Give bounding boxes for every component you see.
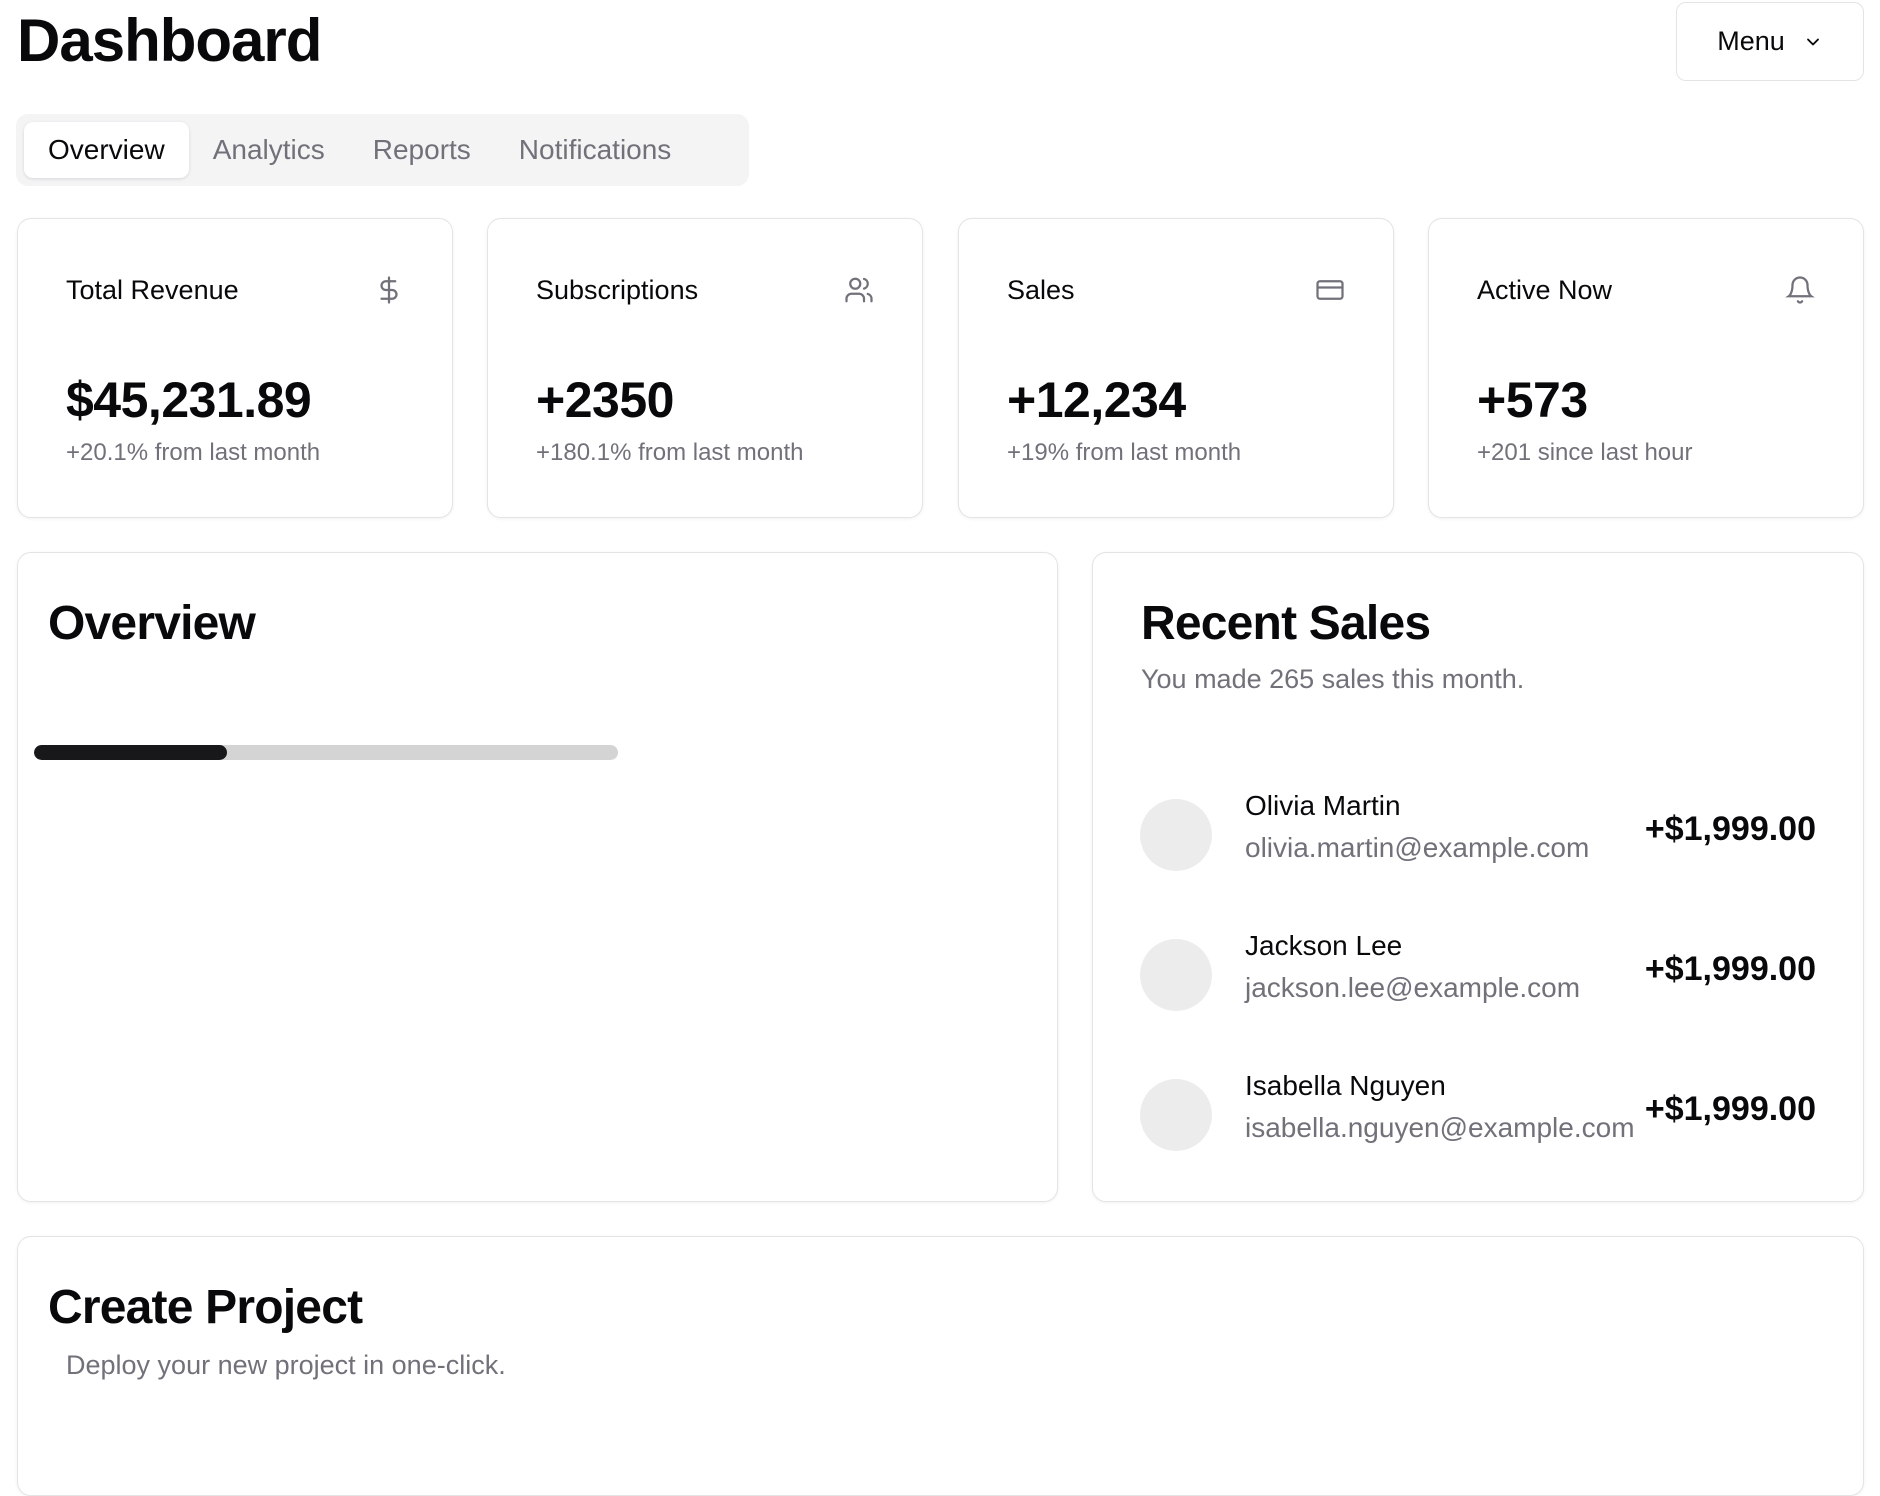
stat-card-total-revenue: Total Revenue $45,231.89 +20.1% from las… xyxy=(17,218,453,518)
progress-fill xyxy=(34,745,227,760)
menu-button[interactable]: Menu xyxy=(1676,2,1864,81)
stat-value: +12,234 xyxy=(1007,372,1186,428)
tab-reports[interactable]: Reports xyxy=(349,122,495,178)
overview-progress-bar xyxy=(34,745,618,760)
stat-card-sales: Sales +12,234 +19% from last month xyxy=(958,218,1394,518)
tab-analytics[interactable]: Analytics xyxy=(189,122,349,178)
overview-title: Overview xyxy=(48,597,256,650)
recent-sales-subtitle: You made 265 sales this month. xyxy=(1141,664,1525,694)
sale-item: Olivia Martin olivia.martin@example.com … xyxy=(1140,790,1840,880)
stat-value: +573 xyxy=(1477,372,1588,428)
dollar-icon xyxy=(380,276,398,304)
create-project-title: Create Project xyxy=(48,1281,363,1334)
tab-list: Overview Analytics Reports Notifications xyxy=(16,114,749,186)
stat-change: +201 since last hour xyxy=(1477,439,1693,466)
stat-label: Active Now xyxy=(1477,275,1613,305)
stat-change: +20.1% from last month xyxy=(66,439,321,466)
sale-amount: +$1,999.00 xyxy=(1644,810,1816,848)
customer-email: jackson.lee@example.com xyxy=(1245,972,1581,1003)
sale-item: Isabella Nguyen isabella.nguyen@example.… xyxy=(1140,1070,1840,1160)
page-title: Dashboard xyxy=(17,7,322,74)
create-project-subtitle: Deploy your new project in one-click. xyxy=(66,1350,506,1380)
sale-amount: +$1,999.00 xyxy=(1644,950,1816,988)
stat-value: +2350 xyxy=(536,372,674,428)
stat-label: Subscriptions xyxy=(536,275,699,305)
credit-card-icon xyxy=(1316,280,1344,300)
stat-label: Sales xyxy=(1007,275,1075,305)
stat-change: +180.1% from last month xyxy=(536,439,804,466)
stat-card-active-now: Active Now +573 +201 since last hour xyxy=(1428,218,1864,518)
users-icon xyxy=(845,277,873,303)
stat-change: +19% from last month xyxy=(1007,439,1242,466)
customer-name: Jackson Lee xyxy=(1245,930,1403,961)
sale-item: Jackson Lee jackson.lee@example.com +$1,… xyxy=(1140,930,1840,1020)
recent-sales-title: Recent Sales xyxy=(1141,597,1431,650)
avatar xyxy=(1140,939,1212,1011)
customer-name: Olivia Martin xyxy=(1245,790,1401,821)
stat-label: Total Revenue xyxy=(66,275,239,305)
stat-card-subscriptions: Subscriptions +2350 +180.1% from last mo… xyxy=(487,218,923,518)
avatar xyxy=(1140,799,1212,871)
stat-value: $45,231.89 xyxy=(66,372,312,428)
tab-overview[interactable]: Overview xyxy=(24,122,189,178)
customer-email: olivia.martin@example.com xyxy=(1245,832,1590,863)
menu-label: Menu xyxy=(1717,26,1785,56)
bell-icon xyxy=(1785,276,1815,304)
tab-notifications[interactable]: Notifications xyxy=(495,122,696,178)
avatar xyxy=(1140,1079,1212,1151)
customer-name: Isabella Nguyen xyxy=(1245,1070,1446,1101)
customer-email: isabella.nguyen@example.com xyxy=(1245,1112,1635,1143)
sale-amount: +$1,999.00 xyxy=(1644,1090,1816,1128)
chevron-down-icon xyxy=(1806,38,1819,45)
